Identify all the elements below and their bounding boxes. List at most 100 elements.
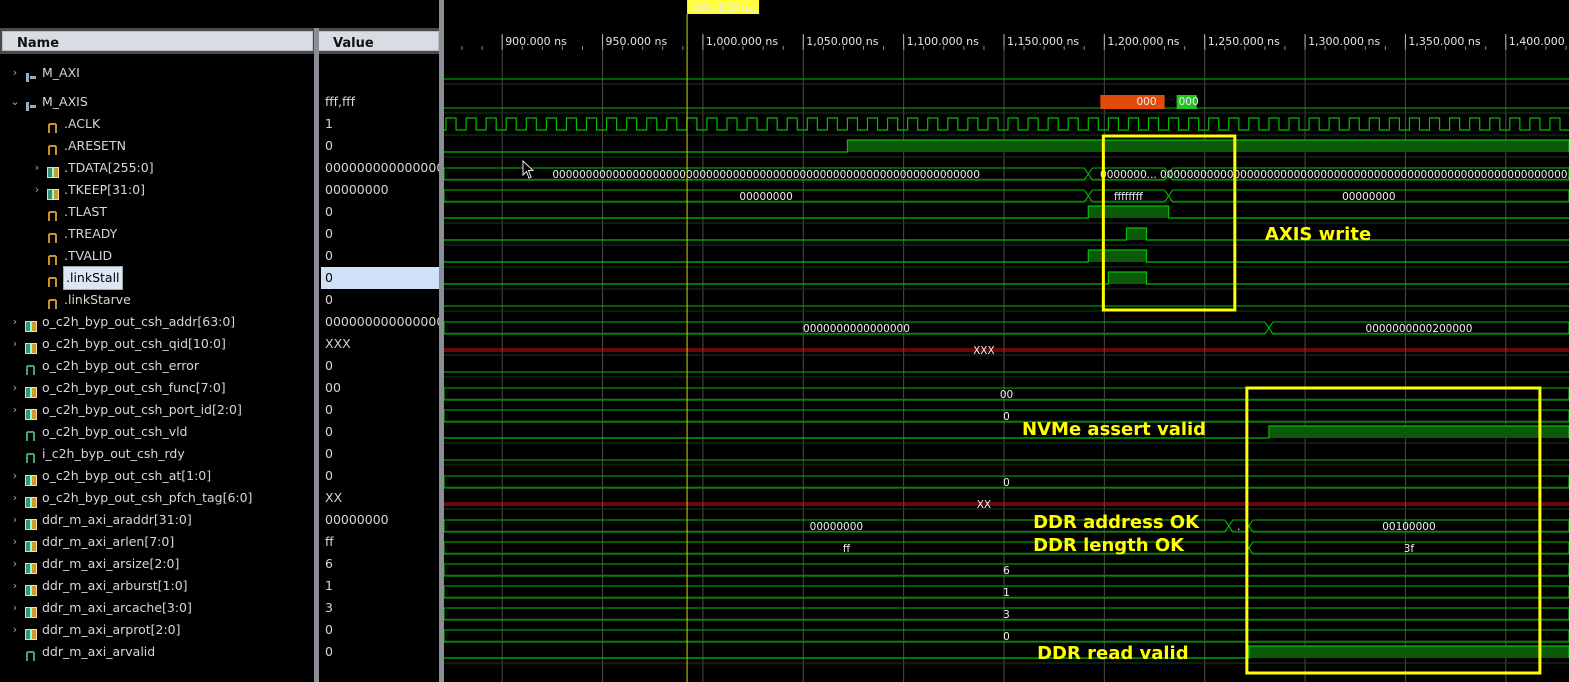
expand-arrow-icon[interactable]: › (9, 377, 21, 399)
signal-name[interactable]: .TREADY (64, 223, 117, 245)
expand-arrow-icon[interactable]: › (31, 179, 43, 201)
signal-row[interactable]: › ddr_m_axi_arprot[2:0] 0 (0, 619, 439, 641)
signal-name[interactable]: .TLAST (64, 201, 107, 223)
signal-row[interactable]: .TREADY 0 (0, 223, 439, 245)
signal-name[interactable]: i_c2h_byp_out_csh_rdy (42, 443, 185, 465)
bus-value-label: 0000000000200000 (1366, 323, 1473, 335)
expand-arrow-icon[interactable]: › (9, 619, 21, 641)
name-column-header[interactable]: Name (2, 31, 313, 51)
signal-row[interactable]: › o_c2h_byp_out_csh_addr[63:0] 00000000000… (0, 311, 439, 333)
signal-name[interactable]: o_c2h_byp_out_csh_pfch_tag[6:0] (42, 487, 252, 509)
signal-value: XX (325, 490, 343, 505)
bus-value-label: 1 (1003, 587, 1010, 599)
waveform-traces: 000 0000000000000000000000000000000000000… (444, 78, 1569, 659)
expand-arrow-icon[interactable]: › (9, 597, 21, 619)
signal-name[interactable]: .ACLK (64, 113, 100, 135)
wire-icon (25, 427, 37, 441)
high-region (1108, 272, 1147, 284)
signal-name[interactable]: .ARESETN (64, 135, 126, 157)
signal-row[interactable]: .ARESETN 0 (0, 135, 439, 157)
bus-icon (25, 383, 37, 398)
digital-trace (444, 271, 1569, 285)
waveform-canvas[interactable]: 900.000 ns 950.000 ns 1,000.000 ns 1,050.00… (444, 0, 1569, 682)
expand-arrow-icon[interactable]: › (31, 157, 43, 179)
wire-icon (47, 207, 59, 221)
signal-name[interactable]: .TVALID (64, 245, 112, 267)
signal-name[interactable]: o_c2h_byp_out_csh_func[7:0] (42, 377, 226, 399)
expand-arrow-icon[interactable]: › (9, 311, 21, 333)
column-separator[interactable] (314, 28, 319, 682)
signal-row[interactable]: › o_c2h_byp_out_csh_port_id[2:0] 0 (0, 399, 439, 421)
signal-row[interactable]: › ddr_m_axi_araddr[31:0] 00000000 (0, 509, 439, 531)
expand-arrow-icon[interactable]: › (9, 531, 21, 553)
value-column-header[interactable]: Value (318, 31, 439, 51)
signal-row[interactable]: › M_AXI (0, 62, 439, 84)
signal-name[interactable]: .TDATA[255:0] (64, 157, 154, 179)
signal-row[interactable]: › ddr_m_axi_arburst[1:0] 1 (0, 575, 439, 597)
signal-row[interactable]: › ddr_m_axi_arlen[7:0] ff (0, 531, 439, 553)
signal-name[interactable]: o_c2h_byp_out_csh_port_id[2:0] (42, 399, 242, 421)
expand-arrow-icon[interactable]: › (9, 509, 21, 531)
signal-row[interactable]: o_c2h_byp_out_csh_error 0 (0, 355, 439, 377)
expand-arrow-icon[interactable]: › (9, 399, 21, 421)
signal-row[interactable]: o_c2h_byp_out_csh_vld 0 (0, 421, 439, 443)
signal-row[interactable]: .linkStall 0 (0, 266, 439, 290)
expand-arrow-icon[interactable]: › (9, 62, 21, 84)
signal-value: 0000000000000000 (325, 160, 439, 175)
signal-name[interactable]: o_c2h_byp_out_csh_addr[63:0] (42, 311, 235, 333)
tick-label: 1,100.000 ns (907, 35, 979, 48)
signal-row[interactable]: › o_c2h_byp_out_csh_at[1:0] 0 (0, 465, 439, 487)
signal-value: 0 (325, 446, 333, 461)
signal-row[interactable]: › o_c2h_byp_out_csh_func[7:0] 00 (0, 377, 439, 399)
signal-row[interactable]: › .TDATA[255:0] 0000000000000000 (0, 157, 439, 179)
signal-name[interactable]: ddr_m_axi_arsize[2:0] (42, 553, 179, 575)
signal-name[interactable]: .linkStarve (64, 289, 131, 311)
marker-value-label: 000 (1179, 96, 1199, 108)
signal-name[interactable]: ddr_m_axi_arlen[7:0] (42, 531, 174, 553)
signal-name[interactable]: o_c2h_byp_out_csh_qid[10:0] (42, 333, 226, 355)
bus-icon (25, 603, 37, 618)
signal-value: 0 (325, 204, 333, 219)
bus-icon (47, 185, 59, 200)
signal-row[interactable]: .TVALID 0 (0, 245, 439, 267)
expand-arrow-icon[interactable]: › (9, 487, 21, 509)
signal-name[interactable]: o_c2h_byp_out_csh_vld (42, 421, 188, 443)
collapse-arrow-icon[interactable]: ⌄ (9, 91, 21, 113)
bus-value-label: 0000000000000000000000000000000000000000… (552, 169, 980, 181)
signal-name[interactable]: ddr_m_axi_arvalid (42, 641, 155, 663)
signal-row[interactable]: .TLAST 0 (0, 201, 439, 223)
signal-row[interactable]: .linkStarve 0 (0, 289, 439, 311)
signal-name[interactable]: .linkStall (63, 266, 123, 290)
signal-name[interactable]: o_c2h_byp_out_csh_at[1:0] (42, 465, 211, 487)
column-header-bar: Name Value (0, 28, 439, 54)
signal-name[interactable]: M_AXI (42, 62, 80, 84)
signal-name[interactable]: M_AXIS (42, 91, 88, 113)
bus-value-label: 0000000... (1100, 169, 1157, 181)
expand-arrow-icon[interactable]: › (9, 575, 21, 597)
expand-arrow-icon[interactable]: › (9, 333, 21, 355)
signal-name[interactable]: ddr_m_axi_arburst[1:0] (42, 575, 188, 597)
signal-row[interactable]: › o_c2h_byp_out_csh_qid[10:0] XXX (0, 333, 439, 355)
signal-name[interactable]: .TKEEP[31:0] (64, 179, 145, 201)
signal-row[interactable]: ddr_m_axi_arvalid 0 (0, 641, 439, 663)
signal-name[interactable]: o_c2h_byp_out_csh_error (42, 355, 199, 377)
bus-value-label: 3 (1003, 609, 1010, 621)
tick-label: 950.000 ns (606, 35, 668, 48)
signal-row[interactable]: › o_c2h_byp_out_csh_pfch_tag[6:0] XX (0, 487, 439, 509)
bus-icon (25, 493, 37, 508)
signal-row[interactable]: › ddr_m_axi_arcache[3:0] 3 (0, 597, 439, 619)
signal-row[interactable]: › .TKEEP[31:0] 00000000 (0, 179, 439, 201)
signal-row[interactable]: .ACLK 1 (0, 113, 439, 135)
signal-name[interactable]: ddr_m_axi_araddr[31:0] (42, 509, 192, 531)
signal-row[interactable]: ⌄ M_AXIS fff,fff (0, 91, 439, 113)
signal-row[interactable]: › ddr_m_axi_arsize[2:0] 6 (0, 553, 439, 575)
bus-icon (25, 537, 37, 552)
signal-name[interactable]: ddr_m_axi_arprot[2:0] (42, 619, 180, 641)
bus-icon (25, 625, 37, 640)
signal-row[interactable]: i_c2h_byp_out_csh_rdy 0 (0, 443, 439, 465)
expand-arrow-icon[interactable]: › (9, 553, 21, 575)
signal-name[interactable]: ddr_m_axi_arcache[3:0] (42, 597, 192, 619)
bus-value-label: XXX (973, 345, 995, 357)
expand-arrow-icon[interactable]: › (9, 465, 21, 487)
signal-value: 0 (321, 267, 439, 289)
